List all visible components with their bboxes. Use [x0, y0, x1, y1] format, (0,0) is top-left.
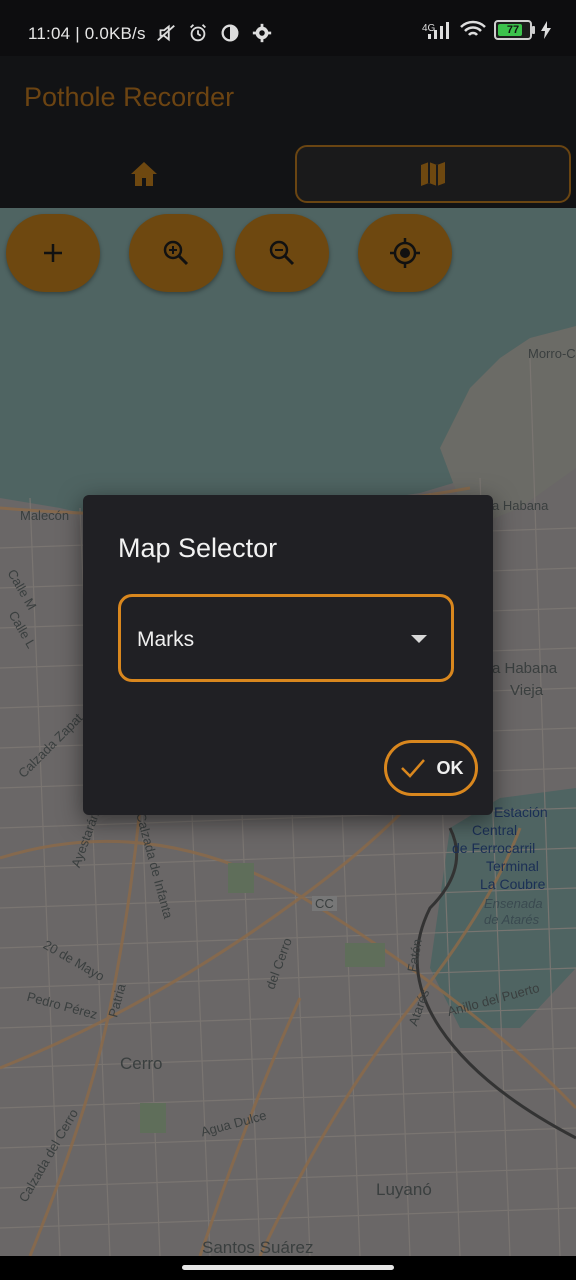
- app-bar: Pothole Recorder: [0, 56, 576, 208]
- app-title: Pothole Recorder: [24, 82, 235, 112]
- zoom-in-button[interactable]: [129, 214, 223, 292]
- home-gesture-handle[interactable]: [182, 1265, 394, 1270]
- dialog-title: Map Selector: [118, 533, 278, 563]
- system-nav-bar: [0, 1256, 576, 1280]
- charging-icon: [541, 21, 551, 39]
- crosshair-icon: [390, 238, 420, 268]
- map-label: Estación: [494, 804, 548, 820]
- mute-icon: [157, 24, 175, 42]
- map-icon: [421, 162, 445, 186]
- tab-home[interactable]: [0, 146, 288, 202]
- settings-icon: [252, 23, 272, 43]
- alarm-icon: [190, 24, 206, 42]
- map-label: Ensenada: [484, 896, 543, 911]
- map-label: Malecón: [20, 508, 70, 523]
- tab-map[interactable]: [295, 145, 571, 203]
- home-icon: [131, 162, 157, 186]
- map-label: Vieja: [510, 682, 544, 699]
- add-button[interactable]: [6, 214, 100, 292]
- map-label: Morro-C: [528, 346, 576, 361]
- status-time: 11:04 | 0.0KB/s: [28, 24, 146, 43]
- zoom-in-icon: [163, 240, 189, 266]
- signal-icon: [428, 22, 449, 39]
- map-select-dropdown[interactable]: Marks: [118, 594, 454, 682]
- map-label: Terminal: [486, 858, 539, 874]
- zoom-out-icon: [269, 240, 295, 266]
- map-label: a Habana: [492, 660, 558, 677]
- map-label: La Coubre: [480, 876, 546, 892]
- map-label: Central: [472, 822, 518, 838]
- battery-icon: 77: [494, 20, 535, 40]
- map-label: Santos Suárez: [202, 1238, 314, 1256]
- chevron-down-icon: [411, 635, 427, 643]
- data-saver-icon: [221, 24, 239, 42]
- status-bar: 11:04 | 0.0KB/s 4G 77: [0, 0, 576, 56]
- map-selector-dialog: Map Selector Marks OK: [83, 495, 493, 815]
- check-icon: [400, 759, 425, 778]
- ok-button[interactable]: OK: [384, 740, 478, 796]
- select-value: Marks: [137, 628, 195, 651]
- locate-button[interactable]: [358, 214, 452, 292]
- map-label: CC: [312, 896, 337, 911]
- plus-icon: [44, 244, 62, 262]
- battery-level: 77: [506, 24, 520, 36]
- map-label: a Habana: [492, 498, 549, 513]
- wifi-icon: [460, 20, 486, 36]
- ok-label: OK: [436, 757, 464, 778]
- map-label: Cerro: [120, 1054, 163, 1073]
- map-label: de Atarés: [484, 912, 540, 927]
- zoom-out-button[interactable]: [235, 214, 329, 292]
- map-label: Luyanó: [376, 1180, 432, 1199]
- status-left-icons: [155, 22, 273, 44]
- status-right-icons: 77: [426, 20, 552, 40]
- map-label: de Ferrocarril: [452, 840, 536, 856]
